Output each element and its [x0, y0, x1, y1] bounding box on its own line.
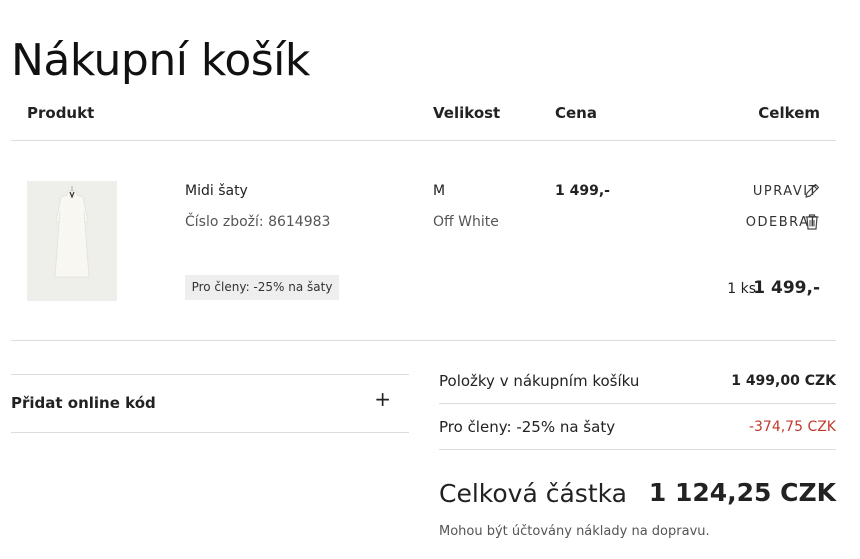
column-header-price: Cena: [555, 104, 597, 122]
product-price: 1 499,-: [555, 183, 610, 199]
summary-discount-label: Pro členy: -25% na šaty: [439, 418, 616, 436]
shipping-note: Mohou být účtovány náklady na dopravu.: [439, 524, 710, 539]
pencil-icon[interactable]: [803, 182, 821, 200]
line-total: 1 499,-: [753, 278, 820, 298]
summary-discount-value: -374,75 CZK: [748, 419, 836, 435]
trash-icon[interactable]: [803, 213, 821, 231]
product-name[interactable]: Midi šaty: [185, 183, 248, 199]
column-header-total: Celkem: [758, 104, 820, 122]
summary-total-label: Celková částka: [439, 479, 627, 508]
product-size: M: [433, 183, 446, 199]
summary-divider-2: [439, 449, 836, 450]
promo-code-toggle[interactable]: Přidat online kód +: [11, 374, 409, 433]
summary-items-label: Položky v nákupním košíku: [439, 372, 640, 390]
page-title: Nákupní košík: [11, 35, 310, 87]
cart-divider: [11, 340, 836, 341]
product-image[interactable]: [27, 181, 117, 301]
column-header-product: Produkt: [27, 104, 95, 122]
summary-items-value: 1 499,00 CZK: [731, 373, 836, 389]
dress-image: [27, 181, 117, 301]
promo-code-label: Přidat online kód: [11, 394, 156, 412]
member-discount-badge: Pro členy: -25% na šaty: [185, 275, 339, 300]
column-header-size: Velikost: [433, 104, 501, 122]
header-divider: [11, 140, 836, 141]
product-article-number: Číslo zboží: 8614983: [185, 214, 331, 230]
summary-total-value: 1 124,25 CZK: [648, 478, 836, 507]
summary-divider-1: [439, 403, 836, 404]
product-color: Off White: [433, 214, 499, 230]
plus-icon[interactable]: +: [374, 389, 391, 409]
quantity: 1 ks: [727, 281, 756, 297]
